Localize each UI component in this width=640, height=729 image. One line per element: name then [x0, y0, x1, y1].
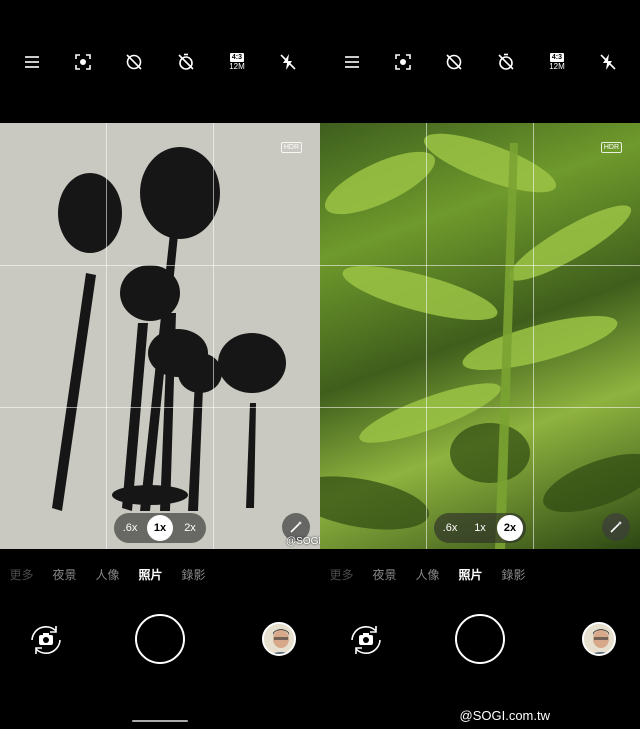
fern-preview [320, 133, 640, 549]
grid-line [533, 123, 534, 549]
switch-camera-icon[interactable] [26, 622, 66, 658]
shutter-button[interactable] [455, 614, 505, 664]
grid-line [320, 407, 640, 408]
flash-off-icon[interactable] [593, 47, 623, 77]
gallery-thumbnail[interactable] [262, 622, 296, 656]
zoom-1x-button[interactable]: 1x [467, 515, 493, 541]
timer-off-icon[interactable] [171, 47, 201, 77]
hdr-badge[interactable]: HDR [280, 142, 302, 153]
mode-video[interactable]: 錄影 [172, 566, 215, 583]
aspect-ratio-label: 4:3 [229, 53, 245, 62]
capture-bar [320, 612, 640, 668]
magic-wand-icon[interactable] [602, 513, 630, 541]
grid-line [0, 265, 320, 266]
focus-icon[interactable] [68, 47, 98, 77]
palm-trees-preview [52, 147, 286, 511]
motion-photo-off-icon[interactable] [119, 47, 149, 77]
zoom-2x-button[interactable]: 2x [497, 515, 523, 541]
mode-selector: 更多 夜景 人像 照片 錄影 [0, 566, 320, 583]
mode-selector: 更多 夜景 人像 照片 錄影 [320, 566, 640, 583]
camera-toolbar: 4:3 12M [320, 44, 640, 80]
flash-off-icon[interactable] [273, 47, 303, 77]
aspect-ratio-icon[interactable]: 4:3 12M [542, 47, 572, 77]
mode-more[interactable]: 更多 [0, 566, 43, 583]
camera-toolbar: 4:3 12M [0, 44, 320, 80]
mode-portrait[interactable]: 人像 [406, 566, 449, 583]
mode-night[interactable]: 夜景 [43, 566, 86, 583]
shutter-button[interactable] [135, 614, 185, 664]
timer-off-icon[interactable] [491, 47, 521, 77]
home-indicator[interactable] [132, 720, 188, 722]
viewfinder[interactable]: HDR .6x 1x 2x [0, 123, 320, 549]
switch-camera-icon[interactable] [346, 622, 386, 658]
mode-portrait[interactable]: 人像 [86, 566, 129, 583]
megapixel-label: 12M [549, 62, 565, 71]
aspect-ratio-label: 4:3 [549, 53, 565, 62]
zoom-1x-button[interactable]: 1x [147, 515, 173, 541]
mode-night[interactable]: 夜景 [363, 566, 406, 583]
zoom-0.6x-button[interactable]: .6x [437, 515, 463, 541]
mode-photo[interactable]: 照片 [449, 566, 492, 583]
zoom-selector: .6x 1x 2x [114, 513, 206, 543]
zoom-2x-button[interactable]: 2x [177, 515, 203, 541]
camera-screen-right: 4:3 12M HDR .6x 1x 2x 更多 夜景 人像 照片 錄影 @SO… [320, 0, 640, 729]
menu-icon[interactable] [337, 47, 367, 77]
motion-photo-off-icon[interactable] [439, 47, 469, 77]
zoom-0.6x-button[interactable]: .6x [117, 515, 143, 541]
menu-icon[interactable] [17, 47, 47, 77]
grid-line [106, 123, 107, 549]
grid-line [320, 265, 640, 266]
camera-screen-left: 4:3 12M HDR .6x 1x 2x 更多 夜景 人像 照片 錄影 [0, 0, 356, 729]
viewfinder[interactable]: HDR .6x 1x 2x [320, 123, 640, 549]
camera-comparison: 4:3 12M HDR .6x 1x 2x 更多 夜景 人像 照片 錄影 4:3… [0, 0, 640, 729]
grid-line [213, 123, 214, 549]
mode-video[interactable]: 錄影 [492, 566, 535, 583]
aspect-ratio-icon[interactable]: 4:3 12M [222, 47, 252, 77]
watermark: @SOGI.com.tw [459, 708, 551, 723]
mode-photo[interactable]: 照片 [129, 566, 172, 583]
focus-icon[interactable] [388, 47, 418, 77]
capture-bar [0, 612, 320, 668]
mode-more[interactable]: 更多 [320, 566, 363, 583]
hdr-badge[interactable]: HDR [600, 142, 622, 153]
grid-line [426, 123, 427, 549]
gallery-thumbnail[interactable] [582, 622, 616, 656]
grid-line [0, 407, 320, 408]
zoom-selector: .6x 1x 2x [434, 513, 526, 543]
megapixel-label: 12M [229, 62, 245, 71]
